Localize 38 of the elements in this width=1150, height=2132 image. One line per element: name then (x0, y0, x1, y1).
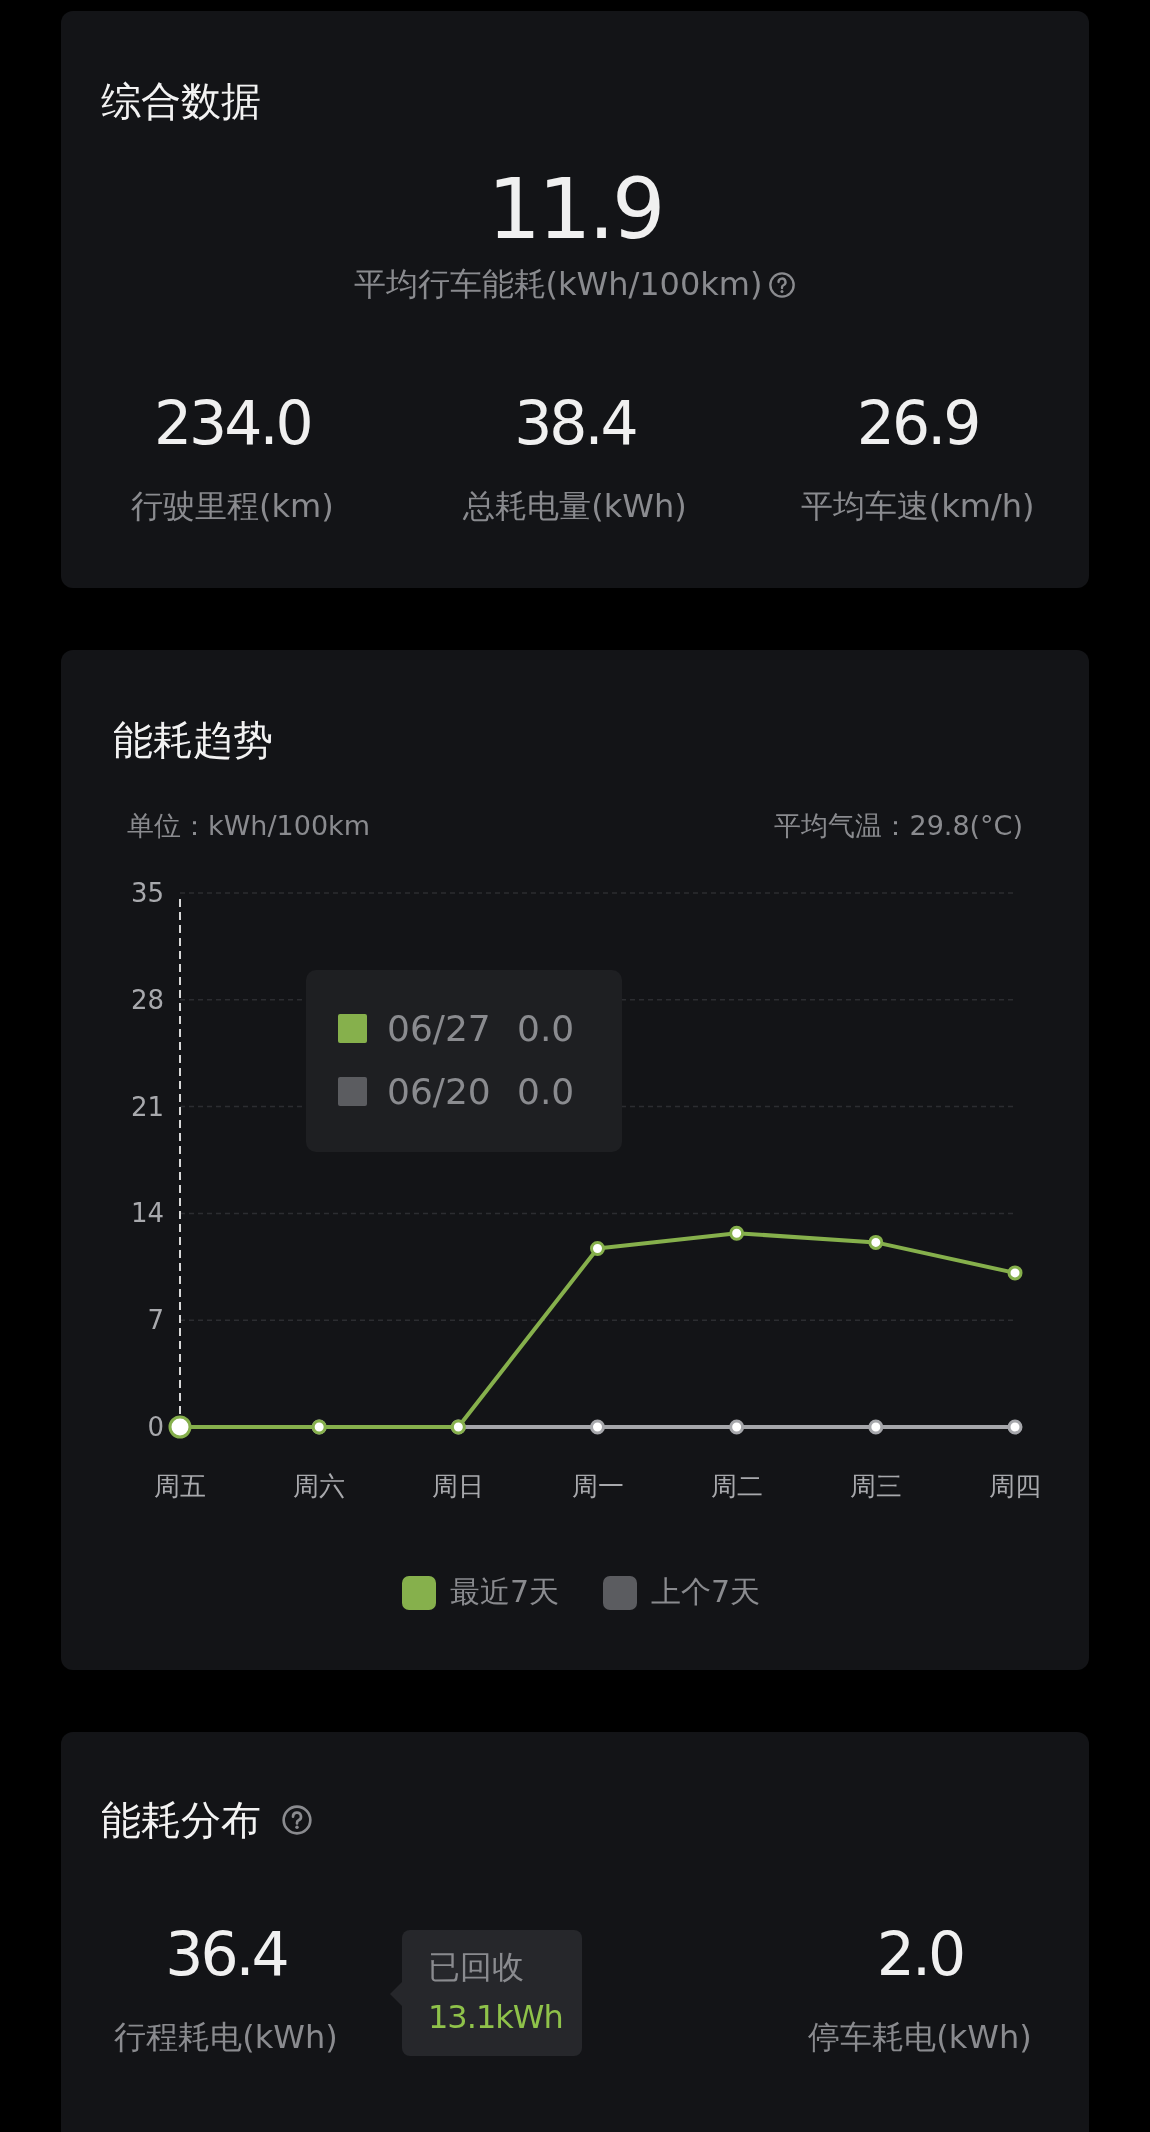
section-title: 能耗趋势 (113, 720, 274, 760)
average-consumption-label: 平均行车能耗(kWh/100km) (353, 264, 763, 305)
y-axis-label: 7 (147, 1305, 164, 1336)
y-axis-label: 28 (130, 984, 164, 1015)
stat-value: 2.0 (876, 1924, 964, 1984)
unit-label: 单位：kWh/100km (127, 809, 370, 843)
x-axis-label: 周六 (293, 1471, 346, 1501)
x-axis-label: 周日 (432, 1471, 485, 1501)
tooltip-date: 06/20 (387, 1071, 492, 1112)
tooltip-date: 06/27 (387, 1008, 492, 1049)
x-axis-label: 周三 (849, 1471, 902, 1501)
tooltip-value: 0.0 (517, 1071, 575, 1112)
section-title: 综合数据 (101, 81, 261, 121)
stat-label: 平均车速(km/h) (800, 486, 1035, 527)
stat-label: 总耗电量(kWh) (463, 486, 687, 527)
x-axis-label: 周二 (710, 1471, 763, 1501)
x-axis-label: 周五 (154, 1471, 206, 1501)
legend-label: 最近7天 (449, 1573, 559, 1611)
stat-label: 停车耗电(kWh) (808, 2017, 1032, 2058)
x-axis-label: 周一 (571, 1471, 624, 1501)
stat-value: 36.4 (165, 1924, 287, 1984)
section-title: 能耗分布 (101, 1800, 261, 1840)
stat-label: 行程耗电(kWh) (114, 2017, 338, 2058)
stat-value: 26.9 (856, 393, 979, 453)
x-axis-label: 周四 (989, 1471, 1041, 1501)
tooltip-value: 0.0 (517, 1008, 575, 1049)
average-consumption-value: 11.9 (487, 167, 663, 251)
legend-label: 上个7天 (651, 1573, 761, 1611)
y-axis-label: 14 (130, 1198, 164, 1229)
stat-value: 234.0 (153, 393, 311, 453)
callout-label: 已回收 (428, 1947, 525, 1988)
y-axis-label: 21 (130, 1091, 164, 1122)
y-axis-label: 35 (130, 878, 164, 908)
callout-value: 13.1kWh (428, 1998, 564, 2036)
y-axis-label: 0 (147, 1412, 164, 1442)
temperature-label: 平均气温：29.8(°C) (774, 809, 1023, 843)
stat-value: 38.4 (514, 393, 636, 453)
stat-label: 行驶里程(km) (131, 486, 334, 527)
